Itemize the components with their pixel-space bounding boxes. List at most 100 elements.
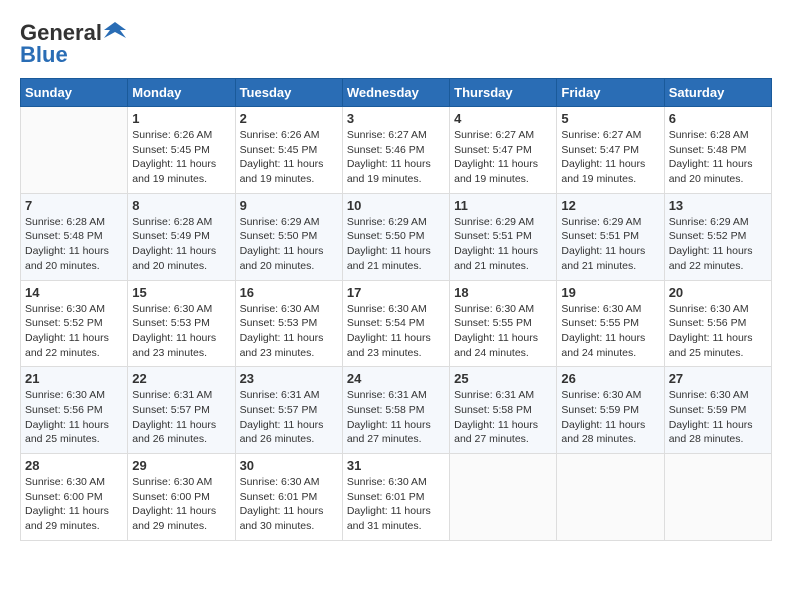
day-info: Sunrise: 6:31 AMSunset: 5:58 PMDaylight:… <box>347 388 445 447</box>
week-row-1: 1 Sunrise: 6:26 AMSunset: 5:45 PMDaylight… <box>21 107 772 194</box>
day-info: Sunrise: 6:30 AMSunset: 6:01 PMDaylight:… <box>240 475 338 534</box>
table-cell: 25Sunrise: 6:31 AMSunset: 5:58 PMDayligh… <box>450 367 557 454</box>
day-info: Sunrise: 6:26 AMSunset: 5:45 PMDaylight:… <box>132 128 230 187</box>
table-cell: 12 Sunrise: 6:29 AMSunset: 5:51 PMDayligh… <box>557 193 664 280</box>
weekday-header-row: SundayMondayTuesdayWednesdayThursdayFrid… <box>21 79 772 107</box>
day-info: Sunrise: 6:30 AMSunset: 6:00 PMDaylight:… <box>25 475 123 534</box>
day-info: Sunrise: 6:31 AMSunset: 5:57 PMDaylight:… <box>132 388 230 447</box>
day-number: 6 <box>669 111 767 126</box>
table-cell: 5 Sunrise: 6:27 AMSunset: 5:47 PMDaylight… <box>557 107 664 194</box>
week-row-2: 7Sunrise: 6:28 AMSunset: 5:48 PMDaylight… <box>21 193 772 280</box>
day-info: Sunrise: 6:27 AMSunset: 5:47 PMDaylight:… <box>454 128 552 187</box>
day-info: Sunrise: 6:29 AMSunset: 5:50 PMDaylight:… <box>240 215 338 274</box>
day-number: 21 <box>25 371 123 386</box>
table-cell: 22 Sunrise: 6:31 AMSunset: 5:57 PMDayligh… <box>128 367 235 454</box>
week-row-4: 21 Sunrise: 6:30 AMSunset: 5:56 PMDayligh… <box>21 367 772 454</box>
day-info: Sunrise: 6:30 AMSunset: 6:00 PMDaylight:… <box>132 475 230 534</box>
weekday-header-saturday: Saturday <box>664 79 771 107</box>
day-number: 31 <box>347 458 445 473</box>
weekday-header-friday: Friday <box>557 79 664 107</box>
day-number: 13 <box>669 198 767 213</box>
table-cell: 13 Sunrise: 6:29 AMSunset: 5:52 PMDayligh… <box>664 193 771 280</box>
week-row-3: 14 Sunrise: 6:30 AMSunset: 5:52 PMDayligh… <box>21 280 772 367</box>
table-cell: 23Sunrise: 6:31 AMSunset: 5:57 PMDayligh… <box>235 367 342 454</box>
day-number: 1 <box>132 111 230 126</box>
day-number: 23 <box>240 371 338 386</box>
weekday-header-sunday: Sunday <box>21 79 128 107</box>
day-number: 2 <box>240 111 338 126</box>
day-info: Sunrise: 6:30 AMSunset: 5:59 PMDaylight:… <box>561 388 659 447</box>
day-number: 20 <box>669 285 767 300</box>
table-cell: 27 Sunrise: 6:30 AMSunset: 5:59 PMDayligh… <box>664 367 771 454</box>
day-number: 8 <box>132 198 230 213</box>
logo-blue-text: Blue <box>20 42 68 68</box>
day-info: Sunrise: 6:30 AMSunset: 5:53 PMDaylight:… <box>132 302 230 361</box>
table-cell: 2 Sunrise: 6:26 AMSunset: 5:45 PMDaylight… <box>235 107 342 194</box>
table-cell: 6Sunrise: 6:28 AMSunset: 5:48 PMDaylight… <box>664 107 771 194</box>
day-info: Sunrise: 6:30 AMSunset: 5:59 PMDaylight:… <box>669 388 767 447</box>
table-cell: 20 Sunrise: 6:30 AMSunset: 5:56 PMDayligh… <box>664 280 771 367</box>
day-info: Sunrise: 6:30 AMSunset: 5:56 PMDaylight:… <box>669 302 767 361</box>
table-cell: 29 Sunrise: 6:30 AMSunset: 6:00 PMDayligh… <box>128 454 235 541</box>
day-info: Sunrise: 6:30 AMSunset: 5:54 PMDaylight:… <box>347 302 445 361</box>
table-cell: 3Sunrise: 6:27 AMSunset: 5:46 PMDaylight… <box>342 107 449 194</box>
day-info: Sunrise: 6:27 AMSunset: 5:47 PMDaylight:… <box>561 128 659 187</box>
table-cell: 26 Sunrise: 6:30 AMSunset: 5:59 PMDayligh… <box>557 367 664 454</box>
day-info: Sunrise: 6:28 AMSunset: 5:49 PMDaylight:… <box>132 215 230 274</box>
table-cell: 15 Sunrise: 6:30 AMSunset: 5:53 PMDayligh… <box>128 280 235 367</box>
day-number: 19 <box>561 285 659 300</box>
logo-bird-icon <box>104 20 126 42</box>
logo: General Blue <box>20 20 126 68</box>
table-cell: 7Sunrise: 6:28 AMSunset: 5:48 PMDaylight… <box>21 193 128 280</box>
day-number: 16 <box>240 285 338 300</box>
table-cell: 17 Sunrise: 6:30 AMSunset: 5:54 PMDayligh… <box>342 280 449 367</box>
table-cell <box>557 454 664 541</box>
calendar-table: SundayMondayTuesdayWednesdayThursdayFrid… <box>20 78 772 541</box>
table-cell: 16 Sunrise: 6:30 AMSunset: 5:53 PMDayligh… <box>235 280 342 367</box>
table-cell: 24 Sunrise: 6:31 AMSunset: 5:58 PMDayligh… <box>342 367 449 454</box>
day-info: Sunrise: 6:29 AMSunset: 5:51 PMDaylight:… <box>454 215 552 274</box>
day-number: 10 <box>347 198 445 213</box>
table-cell <box>664 454 771 541</box>
day-info: Sunrise: 6:29 AMSunset: 5:51 PMDaylight:… <box>561 215 659 274</box>
day-number: 15 <box>132 285 230 300</box>
day-info: Sunrise: 6:26 AMSunset: 5:45 PMDaylight:… <box>240 128 338 187</box>
day-info: Sunrise: 6:30 AMSunset: 5:55 PMDaylight:… <box>454 302 552 361</box>
weekday-header-thursday: Thursday <box>450 79 557 107</box>
day-number: 30 <box>240 458 338 473</box>
day-number: 5 <box>561 111 659 126</box>
weekday-header-wednesday: Wednesday <box>342 79 449 107</box>
table-cell: 1 Sunrise: 6:26 AMSunset: 5:45 PMDaylight… <box>128 107 235 194</box>
day-number: 17 <box>347 285 445 300</box>
table-cell: 8 Sunrise: 6:28 AMSunset: 5:49 PMDaylight… <box>128 193 235 280</box>
day-info: Sunrise: 6:29 AMSunset: 5:52 PMDaylight:… <box>669 215 767 274</box>
day-info: Sunrise: 6:30 AMSunset: 5:56 PMDaylight:… <box>25 388 123 447</box>
table-cell: 19Sunrise: 6:30 AMSunset: 5:55 PMDayligh… <box>557 280 664 367</box>
day-number: 12 <box>561 198 659 213</box>
day-number: 14 <box>25 285 123 300</box>
table-cell: 11 Sunrise: 6:29 AMSunset: 5:51 PMDayligh… <box>450 193 557 280</box>
day-number: 26 <box>561 371 659 386</box>
day-number: 4 <box>454 111 552 126</box>
table-cell <box>450 454 557 541</box>
day-number: 7 <box>25 198 123 213</box>
day-number: 22 <box>132 371 230 386</box>
day-info: Sunrise: 6:30 AMSunset: 5:53 PMDaylight:… <box>240 302 338 361</box>
day-info: Sunrise: 6:27 AMSunset: 5:46 PMDaylight:… <box>347 128 445 187</box>
day-number: 29 <box>132 458 230 473</box>
day-info: Sunrise: 6:30 AMSunset: 5:52 PMDaylight:… <box>25 302 123 361</box>
table-cell: 28Sunrise: 6:30 AMSunset: 6:00 PMDayligh… <box>21 454 128 541</box>
weekday-header-monday: Monday <box>128 79 235 107</box>
weekday-header-tuesday: Tuesday <box>235 79 342 107</box>
week-row-5: 28Sunrise: 6:30 AMSunset: 6:00 PMDayligh… <box>21 454 772 541</box>
day-number: 24 <box>347 371 445 386</box>
page-header: General Blue <box>20 20 772 68</box>
table-cell: 21 Sunrise: 6:30 AMSunset: 5:56 PMDayligh… <box>21 367 128 454</box>
day-number: 11 <box>454 198 552 213</box>
table-cell: 18Sunrise: 6:30 AMSunset: 5:55 PMDayligh… <box>450 280 557 367</box>
day-number: 9 <box>240 198 338 213</box>
table-cell: 31Sunrise: 6:30 AMSunset: 6:01 PMDayligh… <box>342 454 449 541</box>
day-number: 27 <box>669 371 767 386</box>
day-info: Sunrise: 6:29 AMSunset: 5:50 PMDaylight:… <box>347 215 445 274</box>
table-cell: 4 Sunrise: 6:27 AMSunset: 5:47 PMDaylight… <box>450 107 557 194</box>
